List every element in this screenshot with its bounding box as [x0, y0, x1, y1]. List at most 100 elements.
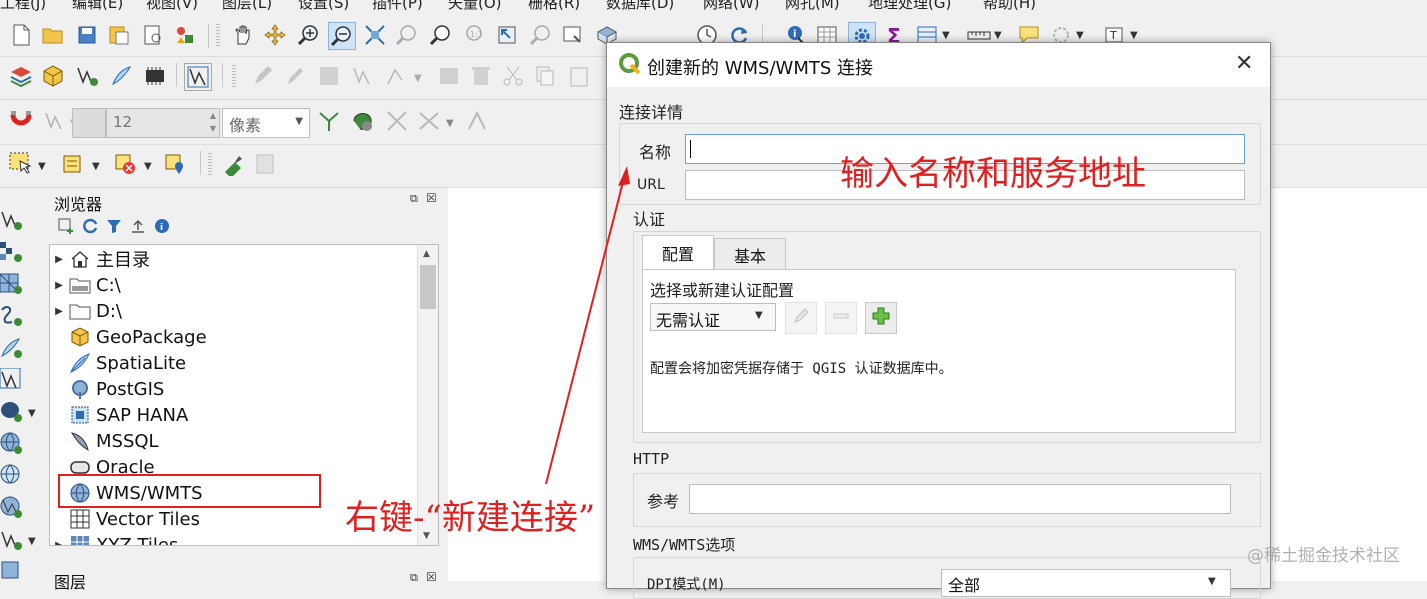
edit-auth-button[interactable] [785, 302, 817, 334]
copy-features-icon[interactable] [532, 63, 558, 89]
tree-item-geopackage[interactable]: GeoPackage [50, 324, 418, 350]
menu-raster[interactable]: 栅格(R) [528, 0, 580, 13]
vertex-tool-icon[interactable] [384, 63, 410, 89]
pan-hand-icon[interactable] [230, 22, 256, 48]
remove-auth-button[interactable] [825, 302, 857, 334]
refresh-icon[interactable] [82, 218, 98, 238]
save-as-icon[interactable] [106, 22, 132, 48]
delete-selected-icon[interactable] [468, 63, 494, 89]
zoom-in-icon[interactable] [296, 22, 322, 48]
snapping-type-button[interactable] [72, 108, 106, 138]
dpi-mode-select[interactable]: 全部 ▼ [941, 569, 1231, 597]
snapping-mode-icon[interactable] [42, 108, 68, 134]
zoom-selection-icon[interactable] [394, 22, 420, 48]
topological-editing-icon[interactable] [316, 108, 342, 134]
new-spatialite-layer-icon[interactable] [108, 63, 134, 89]
add-virtual-layer-icon[interactable] [0, 367, 24, 392]
zoom-full-icon[interactable] [362, 22, 388, 48]
new-project-icon[interactable] [8, 22, 34, 48]
add-xyz-layer-icon[interactable] [0, 560, 24, 584]
close-panel-icon[interactable]: ☒ [426, 570, 437, 584]
cut-features-icon[interactable] [500, 63, 526, 89]
new-shapefile-layer-icon[interactable] [74, 63, 100, 89]
new-temporary-layer-icon[interactable] [0, 528, 24, 552]
digitize-icon[interactable] [184, 63, 212, 91]
menu-plugins[interactable]: 插件(P) [372, 0, 423, 13]
tree-item-drive-d[interactable]: ▶ D:\ [50, 298, 418, 324]
modify-attributes-icon[interactable] [436, 63, 462, 89]
save-project-icon[interactable] [74, 22, 100, 48]
snapping-magnet-icon[interactable] [8, 108, 34, 134]
menu-mesh[interactable]: 网孔(M) [785, 0, 840, 13]
style-manager-icon[interactable] [172, 22, 198, 48]
zoom-last-icon[interactable] [494, 22, 520, 48]
snap-intersection-icon[interactable] [384, 108, 410, 134]
open-field-calc-icon[interactable] [252, 151, 278, 177]
tab-basic[interactable]: 基本 [714, 238, 786, 270]
pan-to-selection-icon[interactable] [262, 22, 288, 48]
add-mesh-layer-icon[interactable] [0, 272, 24, 296]
tree-item-sap-hana[interactable]: SAP HANA [50, 402, 418, 428]
add-vector-layer-icon[interactable] [0, 208, 24, 232]
zoom-layer-icon[interactable] [428, 22, 454, 48]
tab-configuration[interactable]: 配置 [642, 235, 714, 270]
save-edits-icon[interactable] [316, 63, 342, 89]
close-panel-icon[interactable]: ☒ [426, 191, 437, 205]
tree-item-home[interactable]: ▶ 主目录 [50, 246, 418, 272]
info-icon[interactable]: i [154, 218, 170, 238]
tree-item-postgis[interactable]: PostGIS [50, 376, 418, 402]
close-icon[interactable]: ✕ [1235, 51, 1253, 76]
avoid-overlap-icon[interactable] [350, 108, 376, 134]
select-by-value-icon[interactable] [60, 151, 86, 177]
menu-project[interactable]: 工程(J) [0, 0, 46, 13]
tree-item-drive-c[interactable]: ▶ C:\ [50, 272, 418, 298]
deselect-all-icon[interactable] [112, 151, 138, 177]
add-wfs-layer-icon[interactable] [0, 464, 24, 488]
float-panel-icon[interactable]: ⧉ [410, 571, 418, 585]
data-source-manager-icon[interactable] [8, 63, 34, 89]
add-postgis-layer-icon[interactable] [0, 400, 24, 424]
zoom-native-icon[interactable]: 1:1 [460, 22, 486, 48]
scroll-thumb[interactable] [420, 265, 436, 309]
menu-view[interactable]: 视图(V) [146, 0, 198, 13]
filter-icon[interactable] [106, 218, 122, 238]
add-feature-icon[interactable] [350, 63, 376, 89]
add-wms-layer-icon[interactable] [0, 432, 24, 456]
collapse-all-icon[interactable] [130, 218, 146, 238]
menu-web[interactable]: 网络(W) [703, 0, 760, 13]
add-wcs-layer-icon[interactable] [0, 496, 24, 520]
snapping-tolerance-spinbox[interactable]: 12 ▲ ▼ [106, 108, 220, 138]
select-location-icon[interactable] [162, 151, 188, 177]
new-geopackage-layer-icon[interactable] [40, 63, 66, 89]
menu-layer[interactable]: 图层(L) [222, 0, 272, 13]
add-delimited-text-icon[interactable] [0, 304, 24, 328]
zoom-next-icon[interactable] [528, 22, 554, 48]
select-features-icon[interactable] [8, 151, 34, 177]
menu-settings[interactable]: 设置(S) [298, 0, 349, 13]
field-calculator-icon[interactable] [220, 151, 246, 177]
add-raster-layer-icon[interactable] [0, 240, 24, 264]
tree-item-spatialite[interactable]: SpatiaLite [50, 350, 418, 376]
float-panel-icon[interactable]: ⧉ [410, 192, 418, 206]
print-layout-icon[interactable] [140, 22, 166, 48]
add-auth-button[interactable] [865, 302, 897, 334]
snapping-unit-select[interactable]: 像素 ▼ [222, 108, 310, 138]
new-virtual-layer-icon[interactable] [142, 63, 168, 89]
paste-features-icon[interactable] [566, 63, 592, 89]
new-map-view-icon[interactable] [560, 22, 586, 48]
tree-item-mssql[interactable]: MSSQL [50, 428, 418, 454]
scroll-up-icon[interactable]: ▲ [423, 249, 430, 259]
toggle-editing-icon[interactable] [282, 63, 308, 89]
zoom-out-icon[interactable] [328, 22, 356, 50]
expand-arrow-icon[interactable]: ▶ [50, 280, 68, 291]
self-snapping-icon[interactable] [464, 108, 490, 134]
menu-processing[interactable]: 地理处理(G) [868, 0, 951, 13]
menu-database[interactable]: 数据库(D) [606, 0, 674, 13]
menu-edit[interactable]: 编辑(E) [72, 0, 123, 13]
menu-help[interactable]: 帮助(H) [983, 0, 1036, 13]
expand-arrow-icon[interactable]: ▶ [50, 254, 68, 265]
expand-arrow-icon[interactable]: ▶ [50, 540, 68, 546]
referer-input[interactable] [689, 484, 1231, 514]
open-project-icon[interactable] [40, 22, 66, 48]
menu-vector[interactable]: 矢量(O) [448, 0, 502, 13]
